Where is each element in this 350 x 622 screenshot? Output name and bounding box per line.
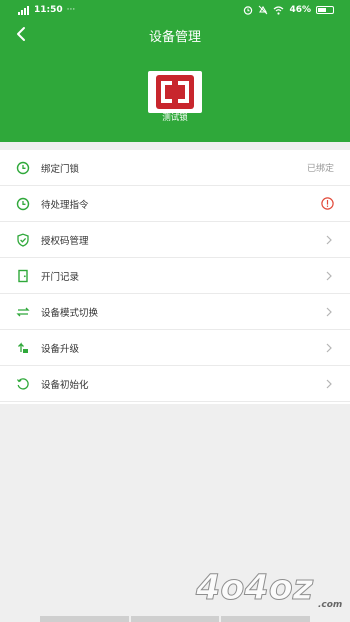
status-bar: 11:50 ··· 46% [0, 0, 350, 22]
menu-item-label: 设备初始化 [41, 380, 89, 391]
menu-item-label: 授权码管理 [41, 236, 89, 247]
bind-status: 已绑定 [306, 164, 334, 174]
wifi-icon [274, 5, 284, 15]
menu-item-label: 待处理指令 [41, 200, 89, 211]
tab-segment[interactable] [40, 616, 129, 622]
reset-icon [17, 378, 29, 390]
chevron-right-icon [326, 343, 332, 353]
device-logo [148, 71, 202, 113]
shield-check-icon [17, 233, 29, 247]
page-title: 设备管理 [148, 30, 201, 45]
alarm-icon [244, 6, 253, 15]
site-watermark: 4o4oz [195, 568, 314, 609]
menu-item-auth-code[interactable]: 授权码管理 [0, 222, 350, 258]
clock-icon [16, 161, 30, 175]
title-bar: 设备管理 [0, 22, 350, 46]
menu-item-open-records[interactable]: 开门记录 [0, 258, 350, 294]
chevron-right-icon [326, 235, 332, 245]
menu-item-firmware-upgrade[interactable]: 设备升级 [0, 330, 350, 366]
signal-icon [18, 5, 29, 15]
menu-item-bind-lock[interactable]: 绑定门锁 已绑定 [0, 150, 350, 186]
upgrade-icon [18, 342, 28, 353]
tab-segment[interactable] [130, 616, 220, 622]
battery-percent: 46% [289, 5, 311, 15]
door-icon [18, 269, 28, 283]
bottom-tab-bar [40, 616, 311, 622]
menu-item-label: 设备模式切换 [41, 308, 99, 319]
device-name: 测试锁 [162, 113, 188, 123]
menu-item-label: 绑定门锁 [41, 164, 80, 175]
status-time: 11:50 [34, 5, 63, 15]
menu-item-pending-commands[interactable]: 待处理指令 [0, 186, 350, 222]
menu-item-label: 设备升级 [41, 344, 80, 355]
alert-icon [321, 197, 334, 210]
lock-logo-icon [156, 75, 194, 109]
tab-segment[interactable] [221, 616, 311, 622]
chevron-right-icon [326, 379, 332, 389]
mute-icon [259, 5, 268, 15]
chevron-right-icon [326, 271, 332, 281]
battery-icon [316, 6, 334, 14]
site-watermark-suffix: .com [318, 600, 343, 610]
menu-item-device-reset[interactable]: 设备初始化 [0, 366, 350, 402]
menu-item-label: 开门记录 [41, 272, 80, 283]
clock-icon [16, 197, 30, 211]
menu-item-mode-switch[interactable]: 设备模式切换 [0, 294, 350, 330]
header: 11:50 ··· 46% 设备管理 测试锁 [0, 0, 350, 142]
switch-icon [16, 307, 30, 317]
chevron-right-icon [326, 307, 332, 317]
menu-list: 绑定门锁 已绑定 待处理指令 授权码管理 开门记录 设备模式切换 设备升级 设备… [0, 150, 350, 404]
notification-dots-icon: ··· [66, 5, 76, 15]
